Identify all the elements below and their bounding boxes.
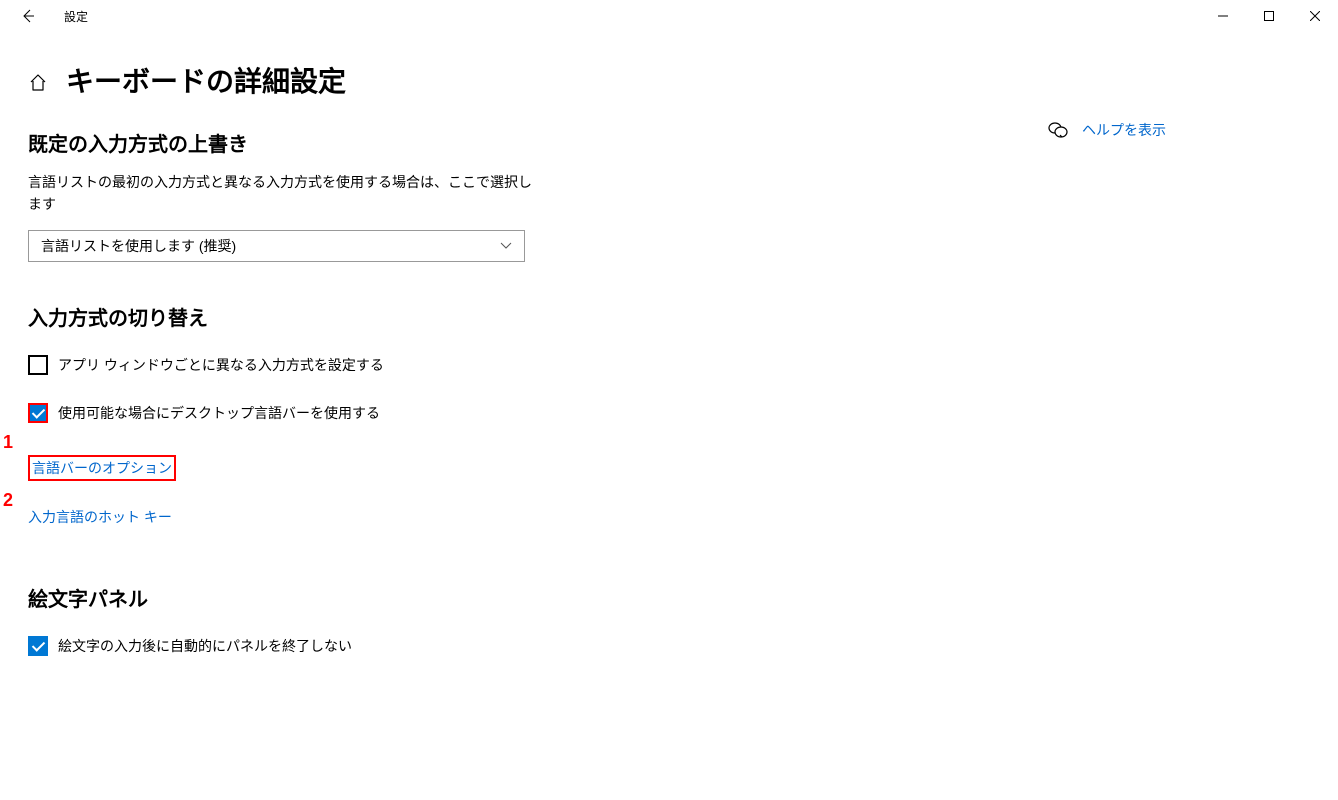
back-button[interactable] bbox=[12, 0, 44, 32]
checkbox-label-emoji: 絵文字の入力後に自動的にパネルを終了しない bbox=[58, 636, 352, 656]
checkbox-label-per-app: アプリ ウィンドウごとに異なる入力方式を設定する bbox=[58, 355, 384, 375]
help-icon bbox=[1048, 120, 1068, 140]
checkbox-label-desktop-langbar: 使用可能な場合にデスクトップ言語バーを使用する bbox=[58, 403, 380, 423]
home-icon[interactable] bbox=[28, 73, 48, 93]
section-emoji-panel: 絵文字パネル 絵文字の入力後に自動的にパネルを終了しない bbox=[28, 583, 748, 656]
annotation-2: 2 bbox=[3, 490, 13, 511]
input-method-dropdown[interactable]: 言語リストを使用します (推奨) bbox=[28, 230, 525, 262]
close-button[interactable] bbox=[1292, 0, 1338, 32]
checkbox-emoji-autoclose[interactable] bbox=[28, 636, 48, 656]
maximize-button[interactable] bbox=[1246, 0, 1292, 32]
dropdown-value: 言語リストを使用します (推奨) bbox=[41, 236, 236, 256]
help-link-row: ヘルプを表示 bbox=[1048, 120, 1166, 140]
checkbox-per-app-input[interactable] bbox=[28, 355, 48, 375]
annotation-1: 1 bbox=[3, 432, 13, 453]
close-icon bbox=[1310, 11, 1320, 21]
minimize-button[interactable] bbox=[1200, 0, 1246, 32]
section-title-override: 既定の入力方式の上書き bbox=[28, 128, 748, 157]
checkbox-desktop-langbar[interactable] bbox=[28, 403, 48, 423]
checkbox-row-per-app: アプリ ウィンドウごとに異なる入力方式を設定する bbox=[28, 355, 748, 375]
section-title-emoji: 絵文字パネル bbox=[28, 583, 748, 612]
main-column: キーボードの詳細設定 既定の入力方式の上書き 言語リストの最初の入力方式と異なる… bbox=[28, 60, 748, 684]
section-desc-override: 言語リストの最初の入力方式と異なる入力方式を使用する場合は、ここで選択します bbox=[28, 171, 538, 216]
section-input-switching: 入力方式の切り替え アプリ ウィンドウごとに異なる入力方式を設定する 使用可能な… bbox=[28, 302, 748, 547]
page-header: キーボードの詳細設定 bbox=[28, 60, 748, 100]
back-arrow-icon bbox=[20, 8, 36, 24]
window-controls bbox=[1200, 0, 1338, 32]
checkbox-row-emoji-close: 絵文字の入力後に自動的にパネルを終了しない bbox=[28, 636, 748, 656]
app-title: 設定 bbox=[64, 8, 88, 25]
link-input-hotkeys[interactable]: 入力言語のホット キー bbox=[28, 507, 172, 527]
home-icon-svg bbox=[29, 74, 47, 92]
titlebar: 設定 bbox=[0, 0, 1338, 32]
section-title-switching: 入力方式の切り替え bbox=[28, 302, 748, 331]
page-title: キーボードの詳細設定 bbox=[66, 60, 346, 100]
section-default-input: 既定の入力方式の上書き 言語リストの最初の入力方式と異なる入力方式を使用する場合… bbox=[28, 128, 748, 262]
chevron-down-icon bbox=[500, 239, 512, 253]
side-column: ヘルプを表示 bbox=[1048, 60, 1166, 684]
checkbox-row-desktop-langbar: 使用可能な場合にデスクトップ言語バーを使用する bbox=[28, 403, 748, 423]
link-langbar-options[interactable]: 言語バーのオプション bbox=[28, 455, 176, 481]
content-area: キーボードの詳細設定 既定の入力方式の上書き 言語リストの最初の入力方式と異なる… bbox=[0, 32, 1338, 684]
help-link[interactable]: ヘルプを表示 bbox=[1082, 120, 1166, 140]
minimize-icon bbox=[1218, 11, 1228, 21]
maximize-icon bbox=[1264, 11, 1274, 21]
